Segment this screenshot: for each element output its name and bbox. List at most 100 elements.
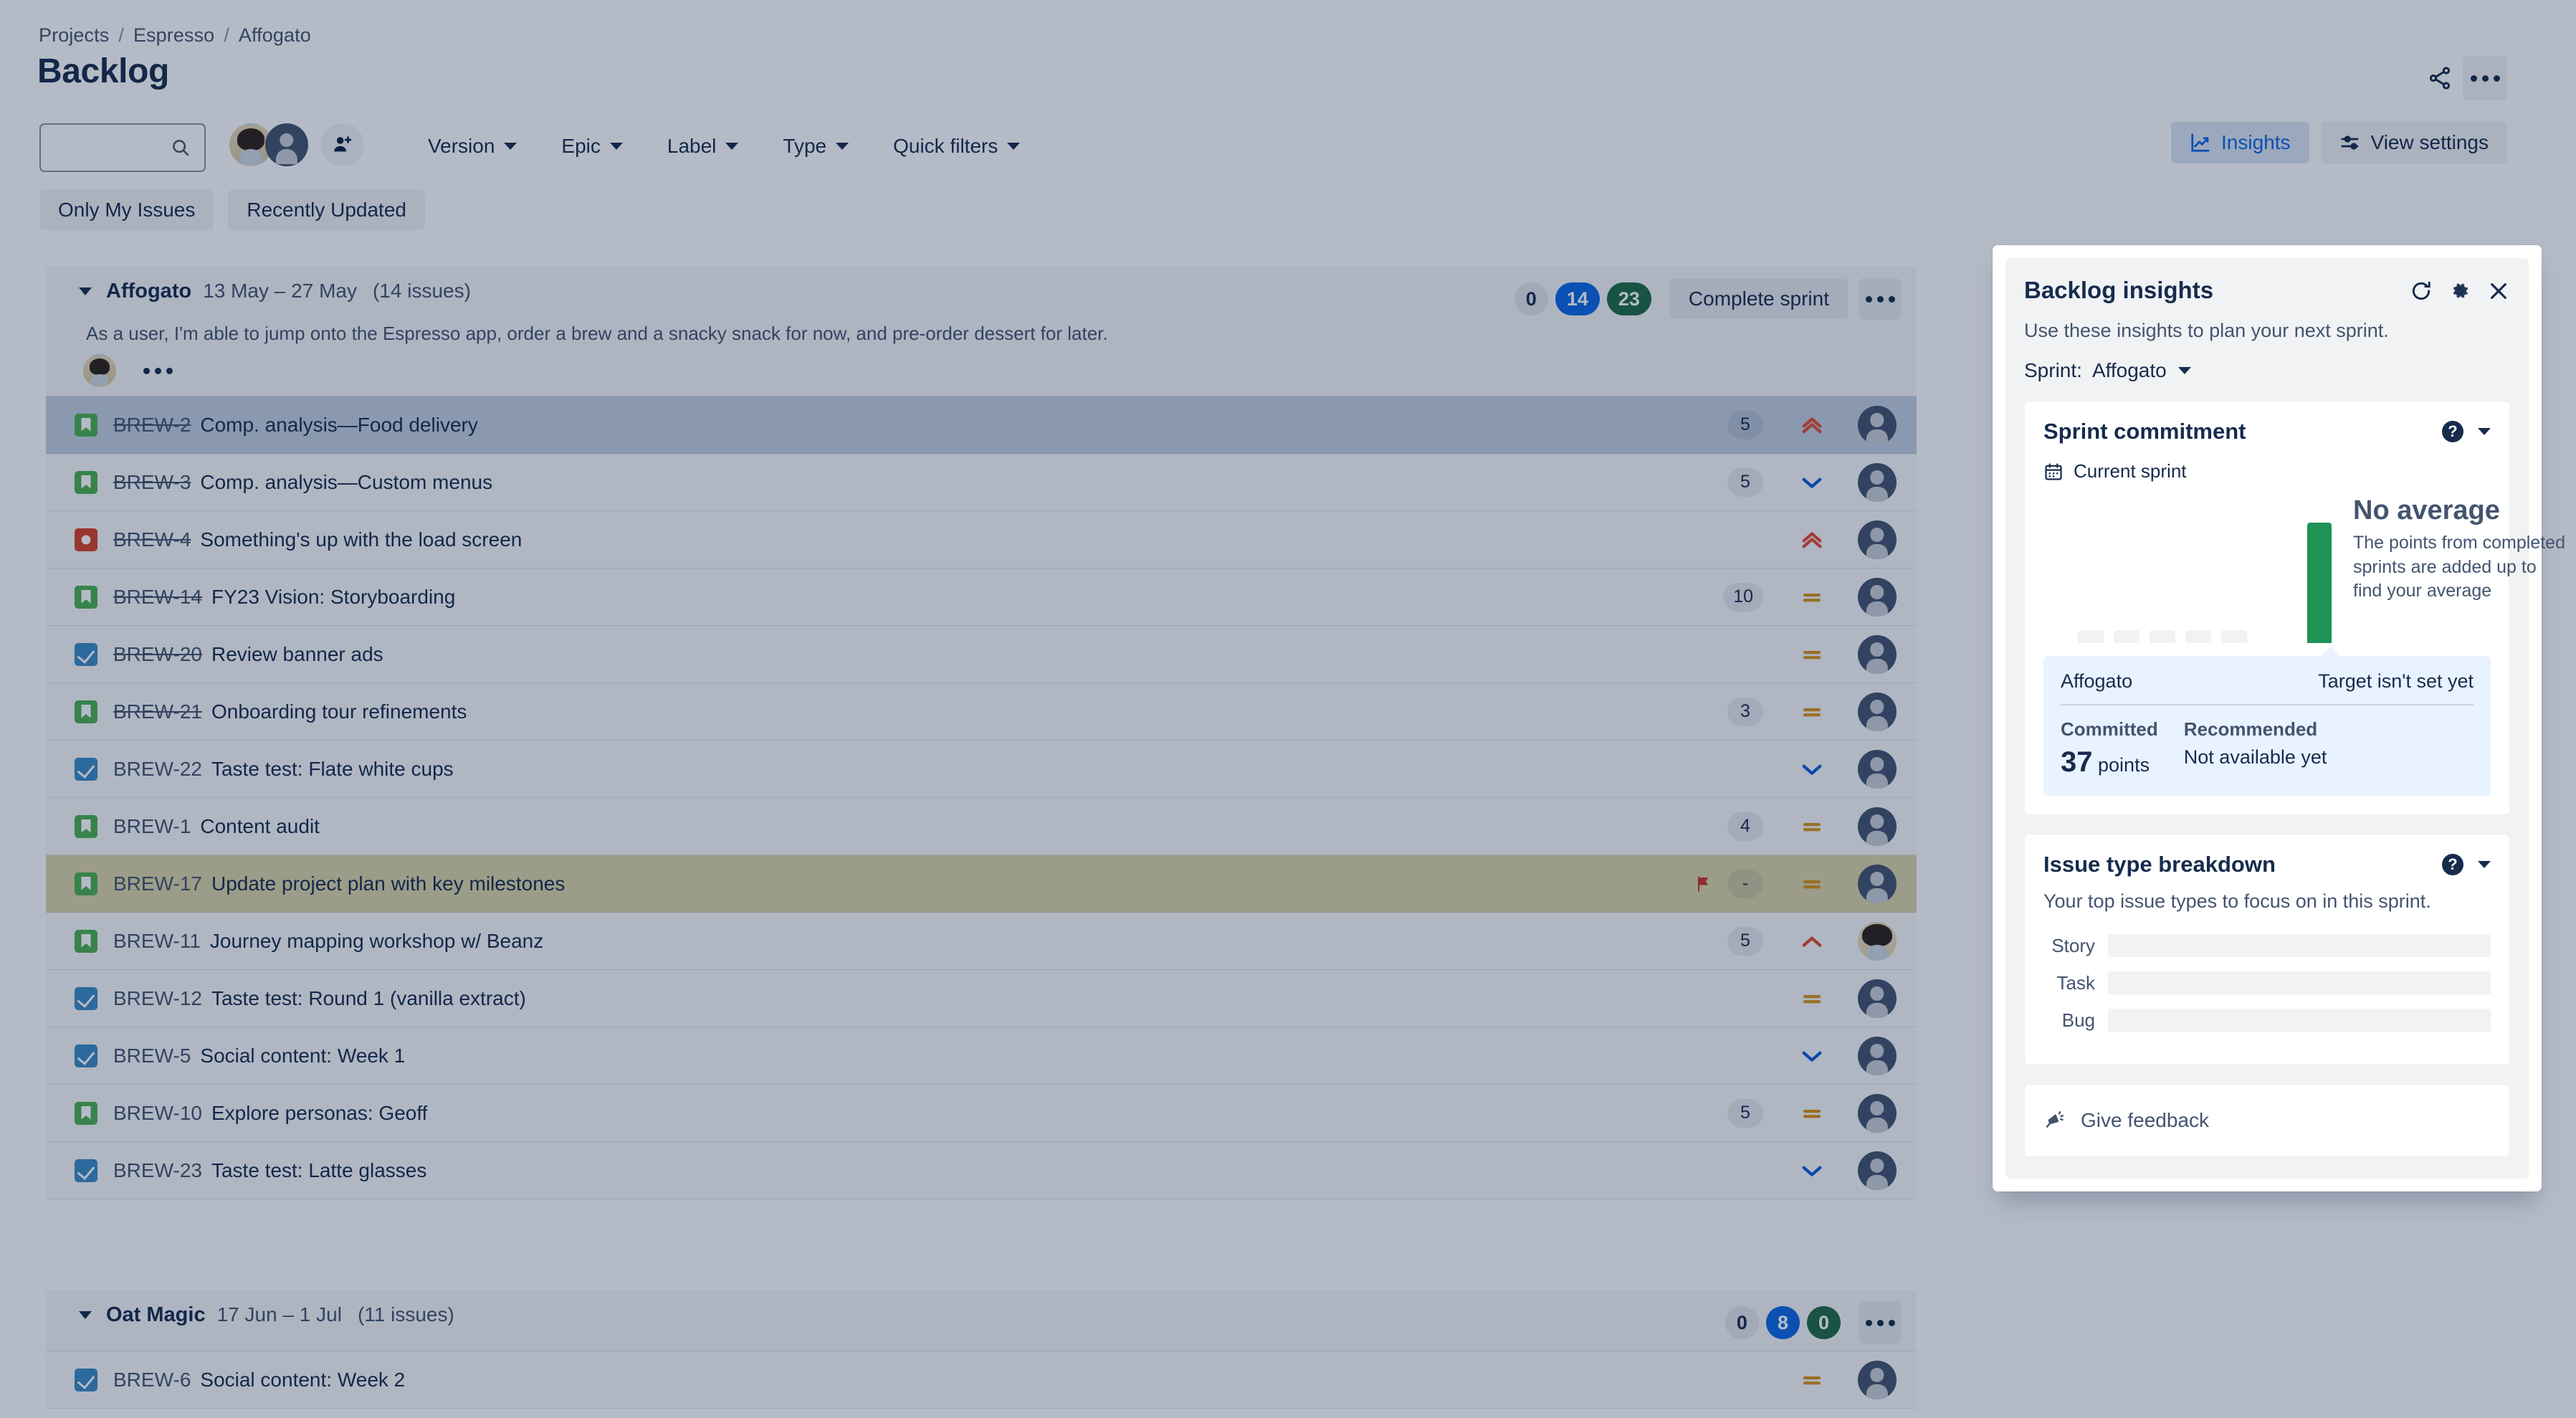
assignee-avatar[interactable] [1858,1093,1897,1133]
issue-row[interactable]: BREW-23 Taste test: Latte glasses [46,1142,1917,1199]
issue-summary[interactable]: Explore personas: Geoff [211,1102,427,1125]
issue-summary[interactable]: Review banner ads [211,643,383,666]
share-button[interactable] [2420,59,2459,97]
issue-summary[interactable]: Taste test: Flate white cups [211,758,454,781]
assignee-avatar[interactable] [1858,749,1897,789]
issue-row[interactable]: BREW-10 Explore personas: Geoff 5 [46,1085,1917,1142]
story-points-badge[interactable] [1727,1366,1763,1394]
story-points-badge[interactable]: 5 [1727,410,1763,439]
issue-summary[interactable]: Taste test: Round 1 (vanilla extract) [211,987,526,1010]
story-points-badge[interactable] [1727,755,1763,784]
breadcrumb-item-projects[interactable]: Projects [39,24,109,46]
issue-row[interactable]: BREW-2 Comp. analysis—Food delivery 5 [46,396,1917,454]
issue-summary[interactable]: Social content: Week 2 [200,1369,405,1391]
story-points-badge[interactable] [1727,640,1763,669]
assignee-avatar[interactable] [1858,1360,1897,1399]
filter-version[interactable]: Version [412,128,533,165]
priority-medium-icon[interactable] [1796,814,1828,839]
assignee-avatar[interactable] [1858,462,1897,502]
issue-key[interactable]: BREW-3 [113,471,191,494]
avatar[interactable] [83,354,116,387]
issue-key[interactable]: BREW-1 [113,815,191,838]
issue-summary[interactable]: Something's up with the load screen [200,528,522,551]
filter-epic[interactable]: Epic [545,128,638,165]
issue-summary[interactable]: Update project plan with key milestones [211,872,565,895]
issue-key[interactable]: BREW-12 [113,987,202,1010]
issue-row[interactable]: BREW-6 Social content: Week 2 [46,1351,1917,1409]
avatar[interactable] [265,123,308,166]
issue-row[interactable]: BREW-1 Content audit 4 [46,798,1917,855]
issue-row[interactable]: BREW-14 FY23 Vision: Storyboarding 10 [46,568,1917,626]
priority-highest-icon[interactable] [1796,413,1828,437]
close-icon[interactable] [2487,280,2510,303]
quick-filter-only-my-issues[interactable]: Only My Issues [39,190,214,230]
assignee-avatar[interactable] [1858,692,1897,731]
issue-key[interactable]: BREW-23 [113,1159,202,1182]
status-badge-todo[interactable]: 0 [1514,282,1548,315]
issue-summary[interactable]: Comp. analysis—Food delivery [200,414,478,437]
priority-medium-icon[interactable] [1796,1368,1828,1392]
chevron-down-icon[interactable] [79,287,92,295]
issue-row[interactable]: BREW-22 Taste test: Flate white cups [46,741,1917,798]
assignee-avatar[interactable] [1858,806,1897,846]
issue-key[interactable]: BREW-5 [113,1045,191,1067]
filter-quick-filters[interactable]: Quick filters [877,128,1036,165]
sprint-selector[interactable]: Affogato [2092,359,2191,382]
page-more-button[interactable] [2463,56,2507,100]
complete-sprint-button[interactable]: Complete sprint [1669,279,1848,319]
sprint-more-button[interactable] [1859,278,1901,320]
chevron-down-icon[interactable] [2478,861,2491,868]
status-badge-inprogress[interactable]: 8 [1765,1306,1800,1339]
status-badge-inprogress[interactable]: 14 [1555,282,1600,315]
help-icon[interactable]: ? [2442,854,2463,875]
issue-summary[interactable]: FY23 Vision: Storyboarding [211,586,455,609]
quick-filter-recently-updated[interactable]: Recently Updated [228,190,425,230]
priority-low-icon[interactable] [1796,470,1828,495]
issue-row[interactable]: BREW-21 Onboarding tour refinements 3 [46,683,1917,741]
story-points-badge[interactable]: 5 [1727,926,1763,956]
sprint-title-row[interactable]: Oat Magic 17 Jun – 1 Jul (11 issues) [79,1303,454,1327]
assignee-avatar[interactable] [1858,405,1897,444]
priority-medium-icon[interactable] [1796,986,1828,1011]
assignee-avatar[interactable] [1858,864,1897,903]
story-points-badge[interactable] [1727,984,1763,1013]
assignee-avatar[interactable] [1858,634,1897,674]
insights-button[interactable]: Insights [2171,122,2309,163]
assignee-avatar[interactable] [1858,1036,1897,1075]
issue-key[interactable]: BREW-10 [113,1102,202,1125]
story-points-badge[interactable] [1727,1042,1763,1070]
chevron-down-icon[interactable] [2478,428,2491,435]
issue-key[interactable]: BREW-14 [113,586,202,609]
issue-key[interactable]: BREW-4 [113,528,191,551]
issue-summary[interactable]: Comp. analysis—Custom menus [200,471,492,494]
issue-key[interactable]: BREW-11 [113,930,201,953]
story-points-badge[interactable] [1727,525,1763,554]
priority-highest-icon[interactable] [1796,528,1828,552]
help-icon[interactable]: ? [2442,421,2463,442]
story-points-badge[interactable]: 4 [1727,812,1763,841]
issue-row[interactable]: BREW-17 Update project plan with key mile… [46,855,1917,913]
priority-medium-icon[interactable] [1796,585,1828,609]
issue-row[interactable]: BREW-11 Journey mapping workshop w/ Beanz… [46,913,1917,970]
issue-row[interactable]: BREW-4 Something's up with the load scree… [46,511,1917,568]
issue-summary[interactable]: Content audit [200,815,320,838]
sprint-meta-more-button[interactable] [136,362,180,380]
priority-medium-icon[interactable] [1796,700,1828,724]
priority-low-icon[interactable] [1796,757,1828,781]
sprint-title-row[interactable]: Affogato 13 May – 27 May (14 issues) [79,280,471,303]
priority-low-icon[interactable] [1796,1044,1828,1068]
priority-medium-icon[interactable] [1796,872,1828,896]
assignee-avatar[interactable] [1858,577,1897,617]
assignee-avatar[interactable] [1858,520,1897,559]
priority-medium-icon[interactable] [1796,1101,1828,1126]
issue-key[interactable]: BREW-20 [113,643,202,666]
assignee-avatar[interactable] [1858,921,1897,961]
assignee-avatar[interactable] [1858,1151,1897,1190]
status-badge-done[interactable]: 0 [1806,1306,1841,1339]
priority-high-icon[interactable] [1796,929,1828,953]
issue-key[interactable]: BREW-6 [113,1369,191,1391]
filter-type[interactable]: Type [767,128,864,165]
status-badge-todo[interactable]: 0 [1725,1306,1759,1339]
breadcrumb-item-espresso[interactable]: Espresso [133,24,214,46]
give-feedback-button[interactable]: Give feedback [2024,1084,2510,1157]
